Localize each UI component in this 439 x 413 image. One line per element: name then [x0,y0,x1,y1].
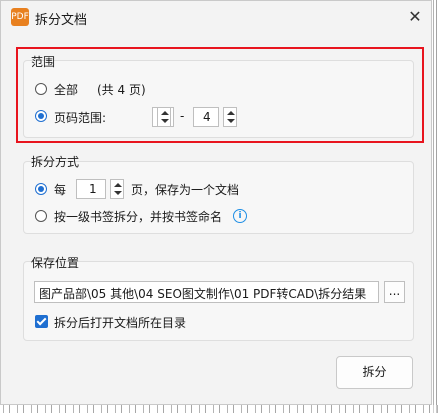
every-up-icon[interactable] [114,183,122,187]
background-document-edge-right [432,0,439,413]
radio-split-bookmark[interactable] [35,210,47,222]
every-down-icon[interactable] [114,191,122,195]
save-section-label: 保存位置 [31,256,80,270]
info-icon[interactable]: i [233,209,247,223]
every-suffix-label: 页，保存为一个文档 [131,183,240,197]
every-label: 每 [54,183,67,197]
dialog-title: 拆分文档 [35,13,88,28]
split-button[interactable]: 拆分 [336,356,413,389]
split-mode-section-label: 拆分方式 [31,155,80,169]
bookmark-label: 按一级书签拆分，并按书签命名 [54,210,223,224]
radio-split-every[interactable] [35,183,47,195]
open-after-label: 拆分后打开文档所在目录 [54,316,187,330]
browse-button[interactable]: ... [384,281,405,303]
every-pages-arrows[interactable] [110,179,124,199]
range-highlight-box [16,47,424,143]
every-pages-stepper[interactable]: 1 [76,179,106,199]
save-path-input[interactable]: 图产品部\05 其他\04 SEO图文制作\01 PDF转CAD\拆分结果 [34,281,379,303]
background-document-edge-bottom [0,405,439,413]
title-bar[interactable]: PDF 拆分文档 ✕ [1,1,431,33]
app-icon: PDF [11,8,29,26]
split-document-dialog: PDF 拆分文档 ✕ 范围 全部 (共 4 页) 页码范围: 1 - 4 拆分方… [0,0,432,405]
close-button[interactable]: ✕ [405,7,425,27]
every-pages-value: 1 [89,182,97,196]
open-after-checkbox[interactable] [35,315,48,328]
